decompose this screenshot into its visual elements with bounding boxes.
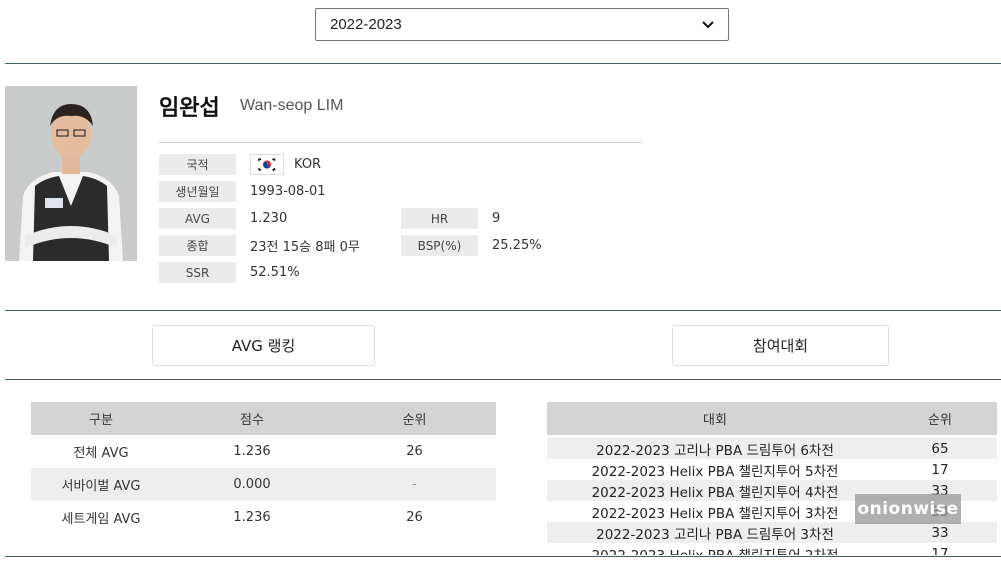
- divider-middle: [5, 310, 1001, 311]
- header-score: 점수: [240, 413, 264, 428]
- table-row: 서바이벌 AVG 0.000 -: [31, 468, 496, 501]
- tournament-rank: 17: [931, 461, 949, 478]
- divider-tables: [5, 379, 1001, 380]
- row-score: 1.236: [233, 444, 271, 459]
- tournament-rank: 65: [931, 440, 949, 457]
- table-row: 세트게임 AVG 1.236 26: [31, 501, 496, 534]
- nationality-text: KOR: [294, 157, 322, 172]
- nationality-value: KOR: [250, 154, 321, 175]
- row-category: 세트게임 AVG: [61, 512, 141, 527]
- tournament-name: 2022-2023 Helix PBA 챌린지투어 5차전: [591, 463, 839, 480]
- tournaments-button[interactable]: 참여대회: [672, 325, 889, 366]
- record-label: 종합: [159, 235, 236, 256]
- avg-ranking-button[interactable]: AVG 랭킹: [152, 325, 375, 366]
- table-row: 전체 AVG 1.236 26: [31, 435, 496, 468]
- player-photo: [5, 86, 137, 261]
- row-rank: 26: [406, 444, 423, 459]
- avg-table-header: 구분 점수 순위: [31, 402, 496, 435]
- nationality-label: 국적: [159, 154, 236, 175]
- hr-label: HR: [401, 208, 478, 229]
- birth-label: 생년월일: [159, 181, 236, 202]
- player-name-korean: 임완섭: [159, 96, 220, 121]
- header-category: 구분: [89, 413, 113, 428]
- season-select[interactable]: 2022-2023: [315, 8, 729, 41]
- tournament-name: 2022-2023 고리나 PBA 드림투어 6차전: [596, 442, 834, 459]
- hr-value: 9: [492, 211, 501, 226]
- bsp-value: 25.25%: [492, 238, 542, 253]
- divider-bottom: [5, 556, 1001, 557]
- record-value: 23전 15승 8패 0무: [250, 240, 360, 255]
- list-item[interactable]: 2022-2023 Helix PBA 챌린지투어 2차전 17: [547, 543, 997, 556]
- name-divider: [159, 142, 642, 143]
- season-select-value: 2022-2023: [330, 16, 402, 33]
- header-rank: 순위: [402, 413, 427, 428]
- tournament-name: 2022-2023 Helix PBA 챌린지투어 4차전: [591, 484, 839, 501]
- row-rank: -: [412, 477, 417, 492]
- list-item[interactable]: 2022-2023 고리나 PBA 드림투어 6차전 65: [547, 438, 997, 459]
- avg-value: 1.230: [250, 211, 288, 226]
- header-tournament: 대회: [703, 413, 727, 428]
- bsp-label: BSP(%): [401, 235, 478, 256]
- list-item[interactable]: 2022-2023 Helix PBA 챌린지투어 5차전 17: [547, 459, 997, 480]
- korea-flag-icon: [250, 154, 284, 175]
- tournament-table[interactable]: 대회 순위 2022-2023 고리나 PBA 드림투어 6차전 65 2022…: [547, 402, 997, 555]
- row-category: 서바이벌 AVG: [61, 479, 141, 494]
- list-item[interactable]: 2022-2023 고리나 PBA 드림투어 3차전 33: [547, 522, 997, 543]
- header-rank: 순위: [928, 413, 952, 428]
- row-category: 전체 AVG: [73, 446, 129, 461]
- tournament-name: 2022-2023 Helix PBA 챌린지투어 3차전: [591, 505, 839, 522]
- tournament-rank: 33: [931, 524, 949, 541]
- tournament-name: 2022-2023 고리나 PBA 드림투어 3차전: [596, 526, 834, 543]
- row-rank: 26: [406, 510, 423, 525]
- chevron-down-icon: [702, 18, 714, 32]
- row-score: 0.000: [233, 477, 271, 492]
- ssr-label: SSR: [159, 262, 236, 283]
- ssr-value: 52.51%: [250, 265, 300, 280]
- tournament-rank: 17: [931, 545, 949, 556]
- player-name-english: Wan-seop LIM: [240, 97, 344, 114]
- watermark: onionwise: [855, 494, 961, 524]
- row-score: 1.236: [233, 510, 271, 525]
- birth-value: 1993-08-01: [250, 184, 326, 199]
- divider-top: [5, 63, 1001, 64]
- avg-label: AVG: [159, 208, 236, 229]
- tournament-table-header: 대회 순위: [547, 402, 997, 435]
- tournament-name: 2022-2023 Helix PBA 챌린지투어 2차전: [547, 544, 883, 556]
- avg-table: 구분 점수 순위 전체 AVG 1.236 26 서바이벌 AVG 0.000 …: [31, 402, 496, 534]
